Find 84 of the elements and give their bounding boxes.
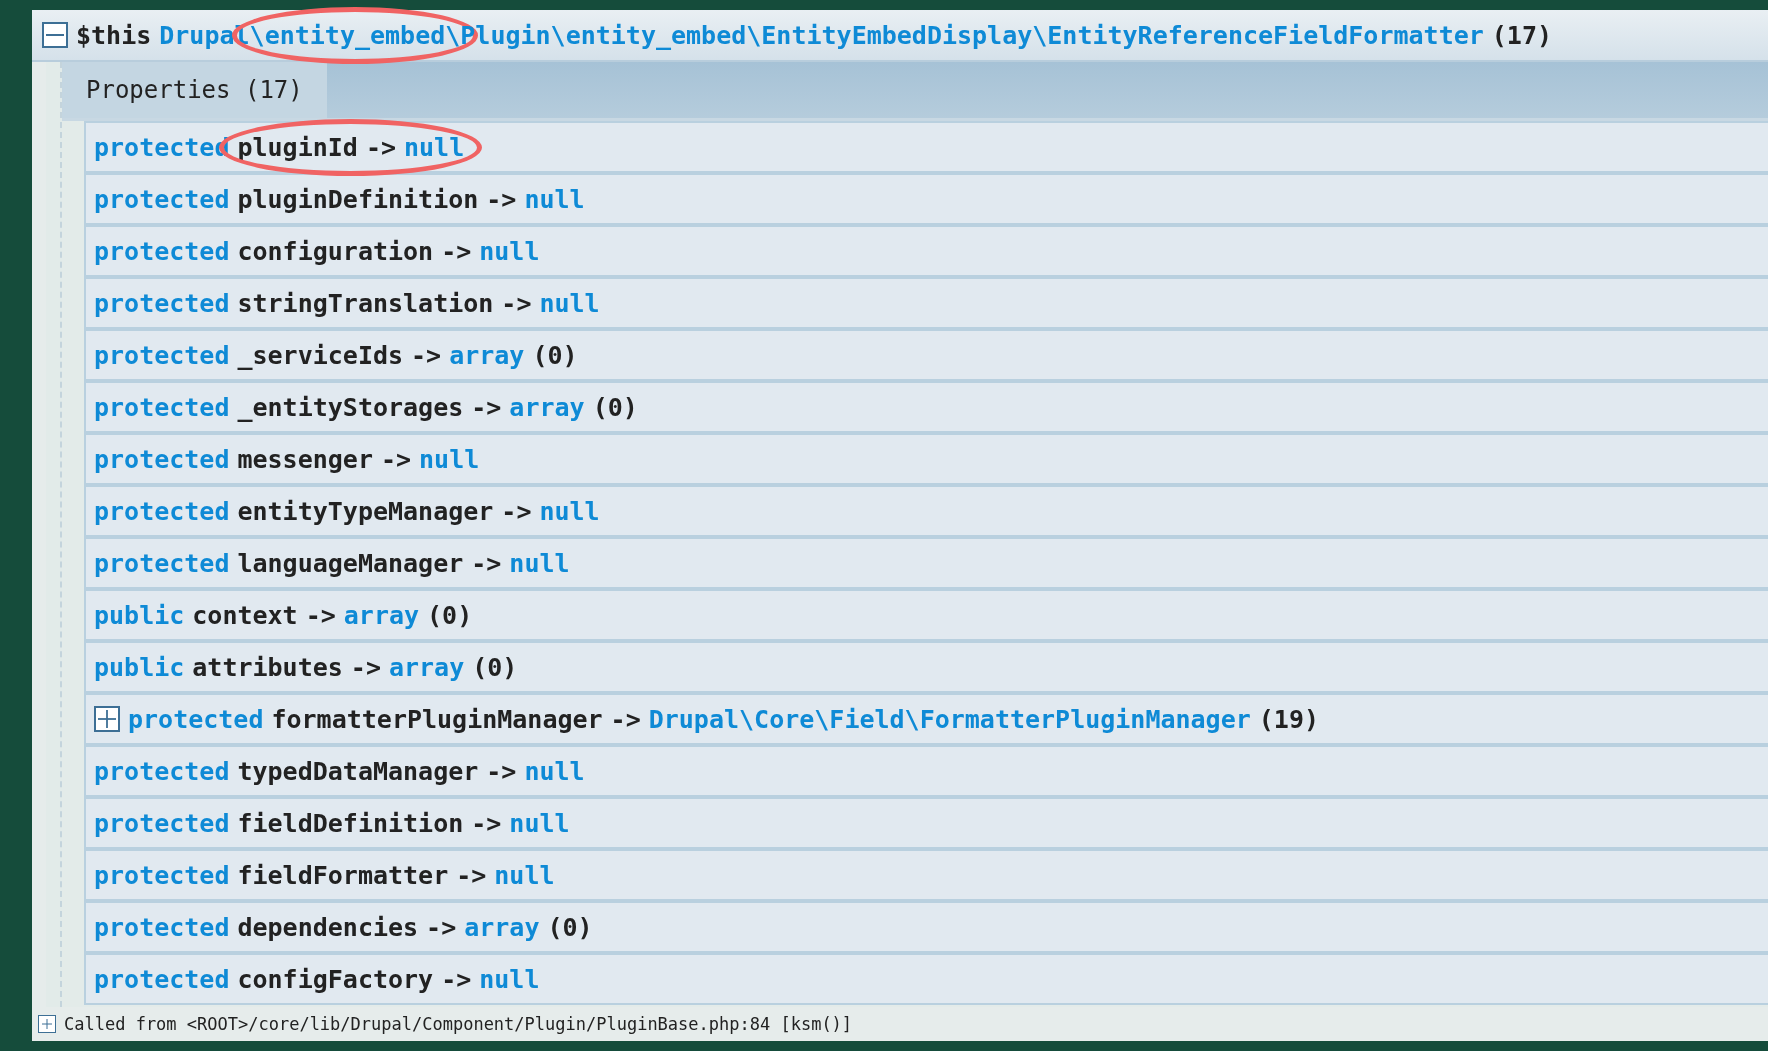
arrow-operator: -> [441,236,472,266]
property-count: (19) [1258,704,1319,734]
property-value: array [388,652,465,682]
property-name: formatterPluginManager [271,704,603,734]
plus-icon [98,710,116,728]
property-row[interactable]: protected formatterPluginManager -> Drupal\Core\Field\FormatterPluginManager (19) [84,693,1768,745]
arrow-operator: -> [380,444,412,474]
property-count: (0) [532,340,578,370]
visibility-keyword: protected [94,860,230,890]
property-value: null [524,184,585,214]
property-value: null [479,236,540,266]
property-name: fieldDefinition [237,808,464,838]
arrow-operator: -> [426,912,457,942]
arrow-operator: -> [471,808,502,838]
property-count: (0) [592,392,638,422]
visibility-keyword: public [94,652,185,682]
visibility-keyword: protected [94,756,230,786]
property-name: languageManager [237,548,464,578]
visibility-keyword: protected [94,392,230,422]
arrow-operator: -> [486,756,517,786]
property-name: _entityStorages [237,392,464,422]
visibility-keyword: protected [94,496,230,526]
variable-name: $this [76,20,152,50]
property-name: pluginId [237,132,358,162]
arrow-operator: -> [471,392,502,422]
minus-icon [46,34,64,36]
arrow-operator: -> [610,704,641,734]
property-name: pluginDefinition [237,184,479,214]
property-value: null [509,548,570,578]
call-location: Called from <ROOT>/core/lib/Drupal/Component/Plugin/PluginBase.php:84 [ksm()] [64,1014,853,1034]
visibility-keyword: protected [94,288,230,318]
property-name: _serviceIds [237,340,404,370]
property-count: (17) [1491,20,1552,50]
property-value: Drupal\Core\Field\FormatterPluginManager [648,704,1251,734]
arrow-operator: -> [350,652,381,682]
visibility-keyword: protected [94,548,230,578]
property-value: null [419,444,480,474]
property-value: null [479,964,540,994]
arrow-operator: -> [501,288,532,318]
visibility-keyword: protected [94,808,230,838]
property-name: attributes [192,652,343,682]
visibility-keyword: protected [94,236,230,266]
visibility-keyword: protected [94,912,230,942]
property-value: null [539,496,600,526]
arrow-operator: -> [486,184,517,214]
visibility-keyword: protected [128,704,264,734]
collapse-toggle[interactable] [42,22,68,48]
properties-tab[interactable]: Properties (17) [62,62,327,118]
property-count: (0) [472,652,518,682]
property-name: configFactory [237,964,434,994]
arrow-operator: -> [501,496,532,526]
arrow-operator: -> [411,340,442,370]
property-name: stringTranslation [237,288,494,318]
property-name: messenger [237,444,373,474]
expand-toggle[interactable] [94,706,120,732]
property-name: configuration [237,236,434,266]
expand-toggle[interactable] [38,1015,56,1033]
property-name: typedDataManager [237,756,479,786]
visibility-keyword: protected [94,340,230,370]
plus-icon [42,1019,52,1029]
property-value: array [464,912,540,942]
arrow-operator: -> [471,548,502,578]
visibility-keyword: protected [94,964,230,994]
visibility-keyword: public [94,600,185,630]
property-name: context [192,600,298,630]
property-count: (0) [427,600,473,630]
arrow-operator: -> [456,860,487,890]
property-name: entityTypeManager [237,496,494,526]
arrow-operator: -> [305,600,336,630]
property-value: null [404,132,465,162]
property-value: array [509,392,585,422]
visibility-keyword: protected [94,184,230,214]
property-value: null [494,860,555,890]
property-value: null [509,808,570,838]
visibility-keyword: protected [94,444,230,474]
property-value: null [524,756,585,786]
property-name: fieldFormatter [237,860,449,890]
property-count: (0) [547,912,593,942]
property-value: null [539,288,600,318]
property-value: array [449,340,525,370]
arrow-operator: -> [365,132,396,162]
property-name: dependencies [237,912,419,942]
arrow-operator: -> [441,964,472,994]
property-value: array [343,600,420,630]
